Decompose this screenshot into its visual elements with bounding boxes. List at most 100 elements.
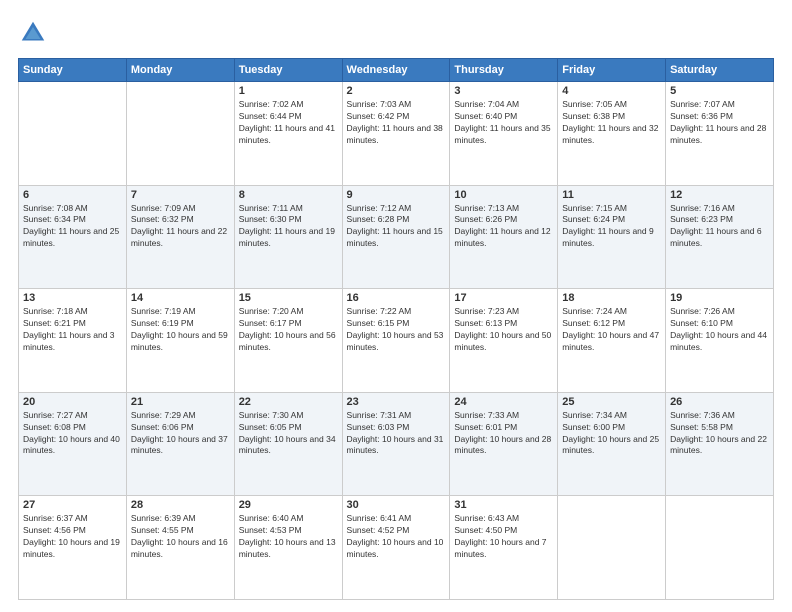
calendar-cell: 2 Sunrise: 7:03 AM Sunset: 6:42 PM Daylig… [342, 82, 450, 186]
day-info: Sunrise: 7:12 AM Sunset: 6:28 PM Dayligh… [347, 203, 446, 251]
day-number: 3 [454, 85, 553, 97]
calendar-cell: 31 Sunrise: 6:43 AM Sunset: 4:50 PM Dayli… [450, 496, 558, 600]
calendar-week-3: 13 Sunrise: 7:18 AM Sunset: 6:21 PM Dayli… [19, 289, 774, 393]
calendar-header-sunday: Sunday [19, 59, 127, 82]
calendar-cell: 14 Sunrise: 7:19 AM Sunset: 6:19 PM Dayli… [126, 289, 234, 393]
calendar-cell: 27Sunrise: 6:37 AM Sunset: 4:56 PM Dayli… [19, 496, 127, 600]
day-info: Sunrise: 7:36 AM Sunset: 5:58 PM Dayligh… [670, 410, 769, 458]
day-number: 1 [239, 85, 338, 97]
day-number: 21 [131, 396, 230, 408]
calendar-cell: 4 Sunrise: 7:05 AM Sunset: 6:38 PM Daylig… [558, 82, 666, 186]
calendar-cell: 19Sunrise: 7:26 AM Sunset: 6:10 PM Dayli… [666, 289, 774, 393]
day-info: Sunrise: 6:43 AM Sunset: 4:50 PM Dayligh… [454, 513, 553, 561]
day-number: 5 [670, 85, 769, 97]
calendar-cell: 9 Sunrise: 7:12 AM Sunset: 6:28 PM Daylig… [342, 185, 450, 289]
calendar-header-tuesday: Tuesday [234, 59, 342, 82]
page: SundayMondayTuesdayWednesdayThursdayFrid… [0, 0, 792, 612]
day-number: 28 [131, 499, 230, 511]
calendar-header-monday: Monday [126, 59, 234, 82]
day-number: 27 [23, 499, 122, 511]
day-number: 13 [23, 292, 122, 304]
calendar-cell [19, 82, 127, 186]
day-number: 4 [562, 85, 661, 97]
day-number: 23 [347, 396, 446, 408]
day-info: Sunrise: 7:24 AM Sunset: 6:12 PM Dayligh… [562, 306, 661, 354]
day-info: Sunrise: 6:40 AM Sunset: 4:53 PM Dayligh… [239, 513, 338, 561]
calendar-week-1: 1 Sunrise: 7:02 AM Sunset: 6:44 PM Daylig… [19, 82, 774, 186]
day-number: 7 [131, 189, 230, 201]
calendar-cell: 7 Sunrise: 7:09 AM Sunset: 6:32 PM Daylig… [126, 185, 234, 289]
day-info: Sunrise: 7:02 AM Sunset: 6:44 PM Dayligh… [239, 99, 338, 147]
day-info: Sunrise: 7:16 AM Sunset: 6:23 PM Dayligh… [670, 203, 769, 251]
calendar-cell: 22Sunrise: 7:30 AM Sunset: 6:05 PM Dayli… [234, 392, 342, 496]
day-number: 20 [23, 396, 122, 408]
day-info: Sunrise: 7:26 AM Sunset: 6:10 PM Dayligh… [670, 306, 769, 354]
day-info: Sunrise: 7:08 AM Sunset: 6:34 PM Dayligh… [23, 203, 122, 251]
day-number: 29 [239, 499, 338, 511]
day-info: Sunrise: 7:18 AM Sunset: 6:21 PM Dayligh… [23, 306, 122, 354]
day-info: Sunrise: 7:03 AM Sunset: 6:42 PM Dayligh… [347, 99, 446, 147]
day-number: 25 [562, 396, 661, 408]
calendar-cell: 16Sunrise: 7:22 AM Sunset: 6:15 PM Dayli… [342, 289, 450, 393]
day-info: Sunrise: 7:09 AM Sunset: 6:32 PM Dayligh… [131, 203, 230, 251]
calendar-table: SundayMondayTuesdayWednesdayThursdayFrid… [18, 58, 774, 600]
calendar-cell: 5 Sunrise: 7:07 AM Sunset: 6:36 PM Daylig… [666, 82, 774, 186]
day-number: 2 [347, 85, 446, 97]
calendar-cell: 29 Sunrise: 6:40 AM Sunset: 4:53 PM Dayli… [234, 496, 342, 600]
day-info: Sunrise: 7:33 AM Sunset: 6:01 PM Dayligh… [454, 410, 553, 458]
day-number: 6 [23, 189, 122, 201]
day-number: 12 [670, 189, 769, 201]
calendar-header-thursday: Thursday [450, 59, 558, 82]
calendar-header-friday: Friday [558, 59, 666, 82]
calendar-cell: 23Sunrise: 7:31 AM Sunset: 6:03 PM Dayli… [342, 392, 450, 496]
calendar-cell [126, 82, 234, 186]
day-number: 15 [239, 292, 338, 304]
day-number: 11 [562, 189, 661, 201]
day-number: 8 [239, 189, 338, 201]
calendar-cell: 6 Sunrise: 7:08 AM Sunset: 6:34 PM Daylig… [19, 185, 127, 289]
day-info: Sunrise: 7:13 AM Sunset: 6:26 PM Dayligh… [454, 203, 553, 251]
calendar-cell: 8Sunrise: 7:11 AM Sunset: 6:30 PM Daylig… [234, 185, 342, 289]
calendar-cell: 10 Sunrise: 7:13 AM Sunset: 6:26 PM Dayli… [450, 185, 558, 289]
day-number: 10 [454, 189, 553, 201]
day-info: Sunrise: 7:34 AM Sunset: 6:00 PM Dayligh… [562, 410, 661, 458]
calendar-cell: 24 Sunrise: 7:33 AM Sunset: 6:01 PM Dayli… [450, 392, 558, 496]
day-number: 16 [347, 292, 446, 304]
day-info: Sunrise: 7:19 AM Sunset: 6:19 PM Dayligh… [131, 306, 230, 354]
calendar-cell [666, 496, 774, 600]
calendar-cell: 18 Sunrise: 7:24 AM Sunset: 6:12 PM Dayli… [558, 289, 666, 393]
calendar-week-2: 6 Sunrise: 7:08 AM Sunset: 6:34 PM Daylig… [19, 185, 774, 289]
day-info: Sunrise: 7:27 AM Sunset: 6:08 PM Dayligh… [23, 410, 122, 458]
calendar-cell: 21 Sunrise: 7:29 AM Sunset: 6:06 PM Dayli… [126, 392, 234, 496]
calendar-cell: 30Sunrise: 6:41 AM Sunset: 4:52 PM Dayli… [342, 496, 450, 600]
calendar-cell: 28Sunrise: 6:39 AM Sunset: 4:55 PM Dayli… [126, 496, 234, 600]
calendar-week-4: 20 Sunrise: 7:27 AM Sunset: 6:08 PM Dayli… [19, 392, 774, 496]
calendar-cell: 17 Sunrise: 7:23 AM Sunset: 6:13 PM Dayli… [450, 289, 558, 393]
day-number: 24 [454, 396, 553, 408]
day-info: Sunrise: 6:41 AM Sunset: 4:52 PM Dayligh… [347, 513, 446, 561]
day-number: 9 [347, 189, 446, 201]
calendar-header-row: SundayMondayTuesdayWednesdayThursdayFrid… [19, 59, 774, 82]
day-number: 22 [239, 396, 338, 408]
calendar-cell: 15 Sunrise: 7:20 AM Sunset: 6:17 PM Dayli… [234, 289, 342, 393]
day-info: Sunrise: 7:29 AM Sunset: 6:06 PM Dayligh… [131, 410, 230, 458]
day-number: 14 [131, 292, 230, 304]
day-number: 18 [562, 292, 661, 304]
calendar-week-5: 27Sunrise: 6:37 AM Sunset: 4:56 PM Dayli… [19, 496, 774, 600]
day-info: Sunrise: 7:23 AM Sunset: 6:13 PM Dayligh… [454, 306, 553, 354]
logo [18, 18, 52, 48]
logo-icon [18, 18, 48, 48]
calendar-header-saturday: Saturday [666, 59, 774, 82]
day-info: Sunrise: 7:04 AM Sunset: 6:40 PM Dayligh… [454, 99, 553, 147]
day-number: 26 [670, 396, 769, 408]
calendar-cell: 25 Sunrise: 7:34 AM Sunset: 6:00 PM Dayli… [558, 392, 666, 496]
day-info: Sunrise: 7:07 AM Sunset: 6:36 PM Dayligh… [670, 99, 769, 147]
day-info: Sunrise: 7:15 AM Sunset: 6:24 PM Dayligh… [562, 203, 661, 251]
day-number: 31 [454, 499, 553, 511]
calendar-header-wednesday: Wednesday [342, 59, 450, 82]
day-number: 17 [454, 292, 553, 304]
day-info: Sunrise: 7:05 AM Sunset: 6:38 PM Dayligh… [562, 99, 661, 147]
calendar-cell: 26 Sunrise: 7:36 AM Sunset: 5:58 PM Dayli… [666, 392, 774, 496]
calendar-cell: 3 Sunrise: 7:04 AM Sunset: 6:40 PM Daylig… [450, 82, 558, 186]
day-info: Sunrise: 7:20 AM Sunset: 6:17 PM Dayligh… [239, 306, 338, 354]
